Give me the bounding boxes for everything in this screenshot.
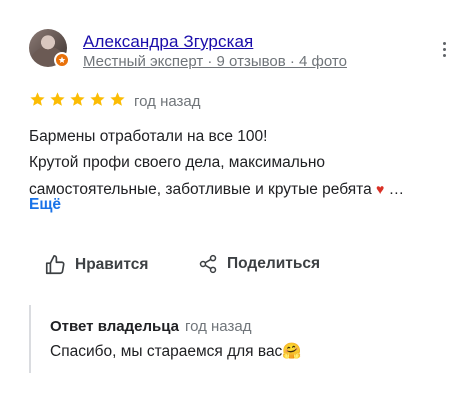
author-name[interactable]: Александра Згурская bbox=[83, 32, 253, 52]
share-label: Поделиться bbox=[227, 255, 321, 272]
more-vert-icon[interactable] bbox=[441, 42, 447, 60]
thumb-up-icon bbox=[45, 255, 65, 275]
review-text-line: Бармены отработали на все 100! bbox=[29, 128, 268, 145]
author-meta[interactable]: Местный эксперт · 9 отзывов · 4 фото bbox=[83, 53, 347, 70]
like-label: Нравится bbox=[75, 256, 149, 273]
reply-divider bbox=[29, 305, 31, 373]
review-time: год назад bbox=[134, 93, 201, 110]
review-text-line: самостоятельные, заботливые и крутые реб… bbox=[29, 176, 454, 203]
local-guide-badge-icon bbox=[54, 52, 70, 68]
ellipsis: … bbox=[384, 181, 405, 198]
owner-reply-label: Ответ владельца bbox=[50, 318, 179, 335]
star-rating bbox=[29, 91, 126, 108]
owner-reply-time: год назад bbox=[184, 318, 252, 335]
star-icon bbox=[90, 92, 105, 106]
review-text: Бармены отработали на все 100! Крутой пр… bbox=[29, 124, 454, 203]
review-text-line: Крутой профи своего дела, максимально bbox=[29, 154, 326, 171]
share-button[interactable]: Поделиться bbox=[198, 254, 320, 274]
star-icon bbox=[30, 92, 45, 106]
owner-reply-header: Ответ владельца год назад bbox=[50, 318, 251, 335]
more-link[interactable]: Ещё bbox=[29, 196, 61, 214]
review-text-line-content: самостоятельные, заботливые и крутые реб… bbox=[29, 181, 372, 198]
star-icon bbox=[50, 92, 65, 106]
like-button[interactable]: Нравится bbox=[44, 254, 148, 276]
owner-reply-text: Спасибо, мы стараемся для вас🤗 bbox=[50, 343, 302, 360]
star-icon bbox=[70, 92, 85, 106]
star-icon bbox=[110, 92, 125, 106]
share-icon bbox=[199, 254, 217, 274]
